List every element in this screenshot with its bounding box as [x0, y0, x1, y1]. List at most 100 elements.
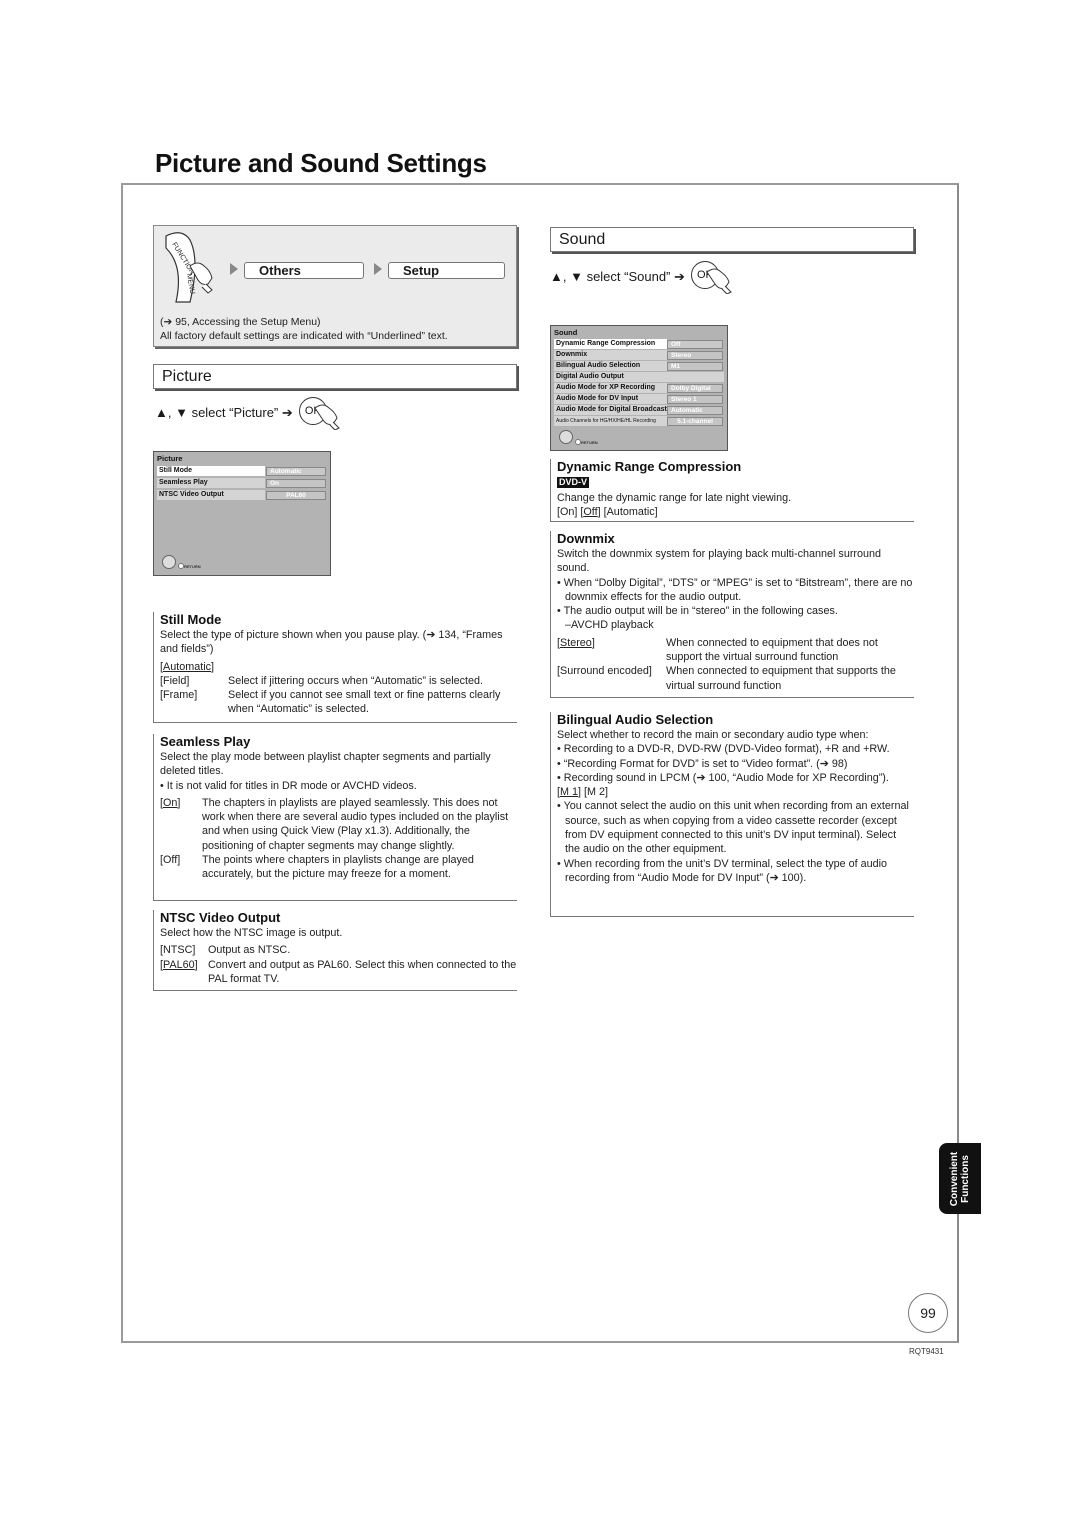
picture-select-text: ▲, ▼ select “Picture” ➔ [155, 405, 293, 420]
osd-title: Picture [157, 454, 183, 463]
pointing-hand-icon [706, 268, 732, 294]
option-m2: ] [M 2] [578, 786, 608, 799]
seamless-play-title: Seamless Play [160, 734, 251, 749]
arrow-right-icon [374, 263, 382, 275]
picture-select-instruction: ▲, ▼ select “Picture” ➔ OK [155, 396, 349, 430]
option-off-default: Off [583, 506, 598, 519]
sound-select-text: ▲, ▼ select “Sound” ➔ [550, 269, 685, 284]
bilingual-bullet: • Recording sound in LPCM (➔ 100, “Audio… [557, 771, 889, 784]
dvd-v-badge: DVD-V [557, 477, 590, 488]
sound-select-instruction: ▲, ▼ select “Sound” ➔ OK [550, 260, 741, 294]
osd-row-digital-broadcast[interactable]: Audio Mode for Digital Broadcast [554, 405, 667, 415]
downmix-bullet: • The audio output will be in “stereo” i… [557, 605, 838, 618]
osd-row-xp-recording[interactable]: Audio Mode for XP Recording [554, 383, 667, 393]
sound-osd-screen: Sound Dynamic Range Compression Off Down… [550, 325, 728, 451]
bilingual-bullet: • “Recording Format for DVD” is set to “… [557, 757, 848, 770]
osd-value-bilingual[interactable]: M1 [667, 362, 723, 371]
option-key: Stereo [560, 636, 592, 649]
function-menu-box: FUNCTION MENU Others Setup (➔ 95, Access… [153, 225, 517, 347]
ntsc-output-section: NTSC Video Output Select how the NTSC im… [153, 910, 517, 991]
downmix-desc: Switch the downmix system for playing ba… [557, 548, 882, 575]
downmix-section: Downmix Switch the downmix system for pl… [550, 531, 914, 698]
osd-row-digital-audio-output[interactable]: Digital Audio Output [554, 372, 724, 382]
osd-value-still-mode[interactable]: Automatic [266, 467, 326, 476]
bilingual-bullet: • When recording from the unit’s DV term… [557, 857, 888, 884]
menu-step-others[interactable]: Others [244, 262, 364, 279]
option-key: [NTSC] [160, 944, 196, 957]
option-key: [Surround encoded] [557, 665, 652, 678]
bilingual-bullet: • You cannot select the audio on this un… [557, 800, 909, 856]
osd-value-audio-channels[interactable]: 5.1-channel [667, 417, 723, 426]
downmix-title: Downmix [557, 531, 615, 546]
osd-value-ntsc-video-output[interactable]: PAL60 [266, 491, 326, 500]
option-text: The chapters in playlists are played sea… [202, 796, 509, 852]
osd-row-audio-channels[interactable]: Audio Channels for HG/HX/HE/HL Recording [554, 416, 667, 426]
arrow-right-icon [230, 263, 238, 275]
option-text: Select if you cannot see small text or f… [228, 689, 501, 716]
osd-value-dynamic-range[interactable]: Off [667, 340, 723, 349]
osd-row-dv-input[interactable]: Audio Mode for DV Input [554, 394, 667, 404]
option-field: [Field] Select if jittering occurs when “… [160, 674, 517, 688]
default-settings-note: All factory default settings are indicat… [160, 330, 448, 342]
option-key: [Off] [160, 854, 181, 867]
ok-button-icon: OK [690, 260, 741, 294]
option-key: On [163, 796, 178, 809]
bilingual-options: [M 1] [M 2] [557, 785, 914, 799]
drc-options: [On] [Off] [Automatic] [557, 505, 914, 519]
seamless-play-desc: Select the play mode between playlist ch… [160, 751, 491, 778]
document-code: RQT9431 [909, 1347, 944, 1356]
osd-row-ntsc-video-output[interactable]: NTSC Video Output [157, 490, 265, 500]
osd-row-dynamic-range[interactable]: Dynamic Range Compression [554, 339, 667, 349]
chapter-tab[interactable]: Convenient Functions [939, 1143, 981, 1214]
option-text: Select if jittering occurs when “Automat… [228, 674, 484, 687]
downmix-bullet: • When “Dolby Digital”, “DTS” or “MPEG” … [557, 576, 913, 603]
osd-value-downmix[interactable]: Stereo [667, 351, 723, 360]
bilingual-title: Bilingual Audio Selection [557, 712, 714, 727]
option-text: Output as NTSC. [208, 944, 291, 957]
option-text: The points where chapters in playlists c… [202, 854, 474, 881]
option-key: [Field] [160, 674, 190, 687]
osd-value-seamless-play[interactable]: On [266, 479, 326, 488]
drc-section: Dynamic Range Compression DVD-V Change t… [550, 459, 914, 522]
osd-value-digital-broadcast[interactable]: Automatic [667, 406, 723, 415]
sound-section-header: Sound [550, 227, 914, 252]
chapter-tab-label: Convenient Functions [949, 1151, 971, 1206]
pointing-hand-icon [314, 404, 340, 430]
option-ntsc: [NTSC] Output as NTSC. [160, 943, 517, 957]
osd-title: Sound [554, 328, 578, 337]
ok-button-icon: OK [298, 396, 349, 430]
seamless-play-section: Seamless Play Select the play mode betwe… [153, 734, 517, 901]
function-menu-dial-icon: FUNCTION MENU [165, 232, 213, 303]
drc-title: Dynamic Range Compression [557, 459, 742, 474]
osd-value-xp-recording[interactable]: Dolby Digital [667, 384, 723, 393]
option-automatic: ] [Automatic] [597, 506, 658, 519]
setup-menu-reference: (➔ 95, Accessing the Setup Menu) [160, 316, 321, 328]
bilingual-bullet: • Recording to a DVD-R, DVD-RW (DVD-Vide… [557, 743, 890, 756]
ntsc-output-desc: Select how the NTSC image is output. [160, 927, 343, 939]
osd-row-still-mode[interactable]: Still Mode [157, 466, 265, 476]
picture-osd-screen: Picture Still Mode Automatic Seamless Pl… [153, 451, 331, 576]
option-on: [On] The chapters in playlists are played… [160, 796, 517, 853]
still-mode-title: Still Mode [160, 612, 222, 627]
page-title: Picture and Sound Settings [155, 148, 487, 178]
bilingual-section: Bilingual Audio Selection Select whether… [550, 712, 914, 917]
option-automatic: [Automatic] [160, 660, 215, 673]
picture-section-header: Picture [153, 364, 517, 389]
still-mode-desc: Select the type of picture shown when yo… [160, 629, 503, 656]
option-text: Convert and output as PAL60. Select this… [208, 958, 517, 985]
option-surround-encoded: [Surround encoded] When connected to equi… [557, 664, 914, 693]
seamless-play-bullet: • It is not valid for titles in DR mode … [160, 779, 417, 792]
bilingual-desc: Select whether to record the main or sec… [557, 729, 869, 741]
osd-row-seamless-play[interactable]: Seamless Play [157, 478, 265, 488]
option-key: PAL60 [163, 958, 195, 971]
option-key: [Frame] [160, 689, 198, 702]
option-text: When connected to equipment that does no… [666, 636, 878, 664]
osd-row-downmix[interactable]: Downmix [554, 350, 667, 360]
ntsc-output-title: NTSC Video Output [160, 910, 281, 925]
osd-value-dv-input[interactable]: Stereo 1 [667, 395, 723, 404]
option-m1-default: M 1 [560, 786, 578, 799]
menu-step-setup[interactable]: Setup [388, 262, 505, 279]
option-key: Automatic [163, 660, 212, 673]
osd-nav-pad-icon [559, 430, 573, 444]
osd-row-bilingual[interactable]: Bilingual Audio Selection [554, 361, 667, 371]
